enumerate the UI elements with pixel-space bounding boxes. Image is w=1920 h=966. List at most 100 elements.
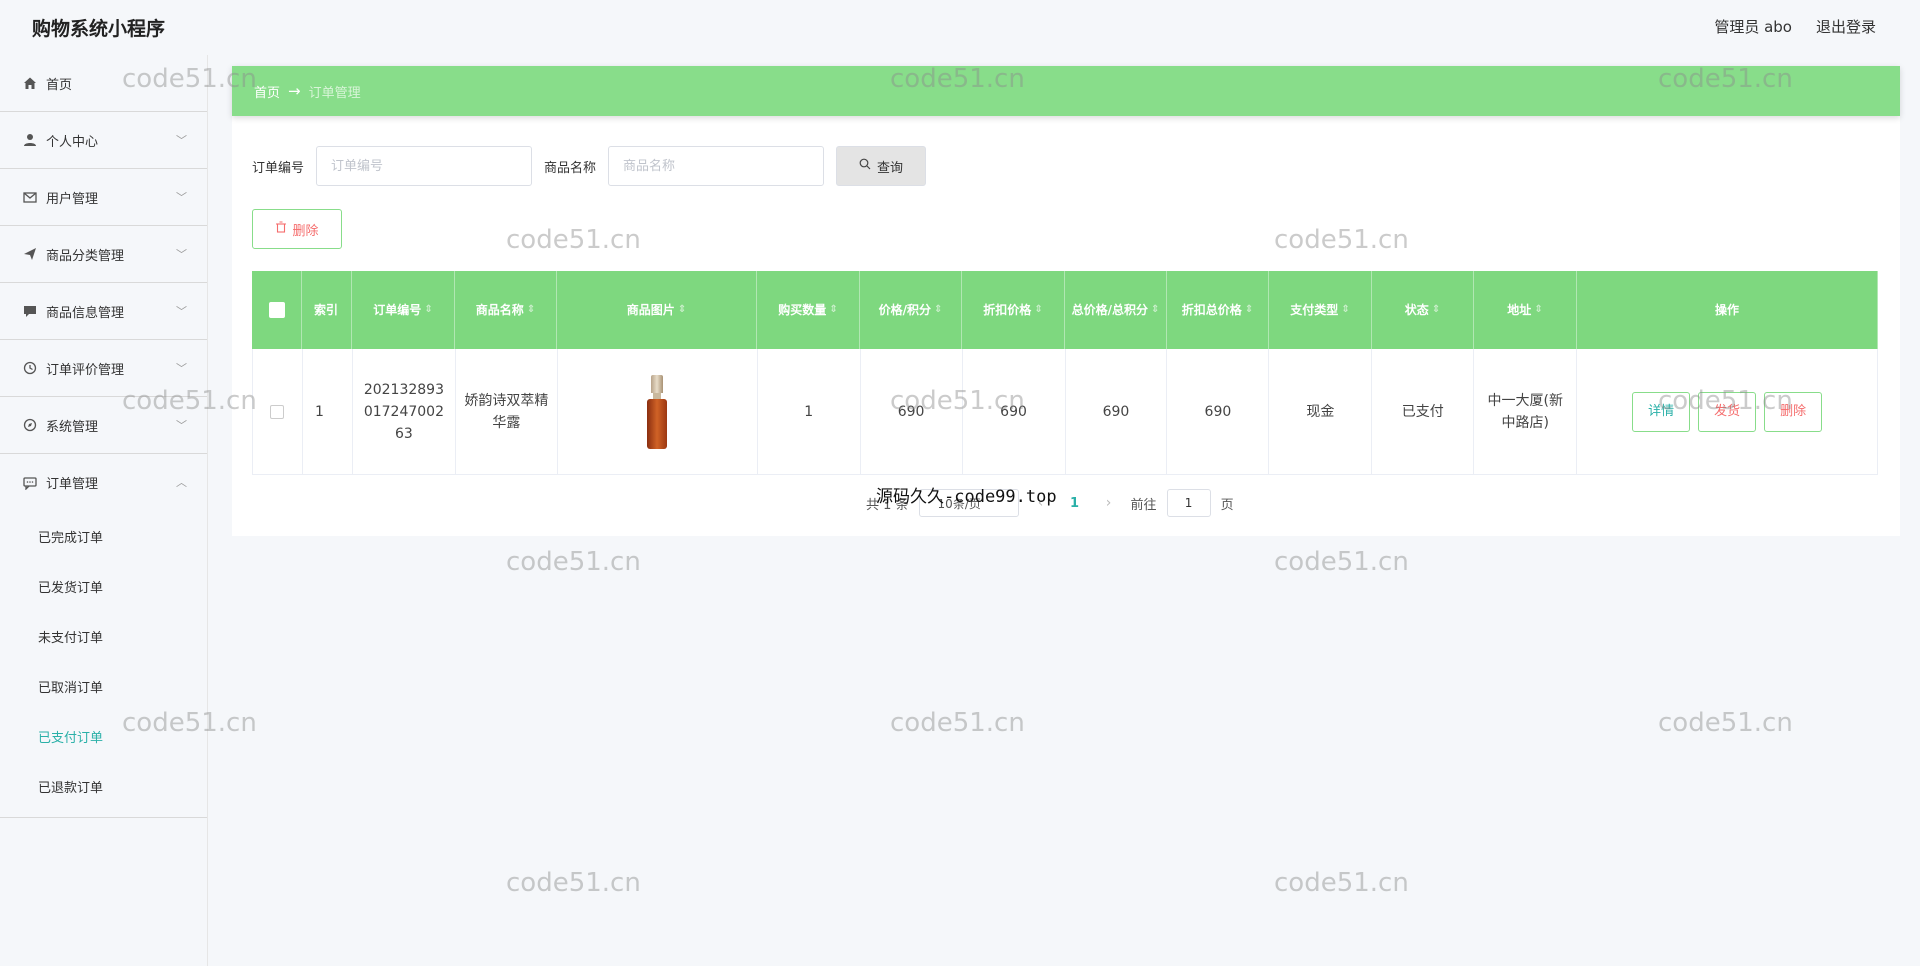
sidebar-item-category-management[interactable]: 商品分类管理 ﹀ [0, 226, 207, 283]
sidebar-item-label: 用户管理 [46, 191, 99, 207]
submenu-unpaid-orders[interactable]: 未支付订单 [0, 611, 207, 661]
header-operations: 操作 [1577, 271, 1878, 349]
sidebar-item-label: 首页 [46, 77, 73, 93]
home-icon [22, 75, 38, 91]
sidebar-item-review-management[interactable]: 订单评价管理 ﹀ [0, 340, 207, 397]
page-number-current[interactable]: 1 [1063, 496, 1087, 511]
batch-delete-button[interactable]: 删除 [252, 209, 342, 249]
table-header: 索引 订单编号 ⇕ 商品名称 ⇕ 商品图片 ⇕ 购买数量 ⇕ 价格/积分 ⇕ 折扣价格 ⇕ … [252, 271, 1878, 349]
top-bar: 购物系统小程序 管理员 abo 退出登录 [0, 0, 1920, 52]
header-status[interactable]: 状态 ⇕ [1372, 271, 1474, 349]
search-icon [859, 158, 871, 174]
goto-page-input[interactable] [1166, 489, 1211, 517]
submenu-shipped-orders[interactable]: 已发货订单 [0, 561, 207, 611]
watermark: code51.cn [1274, 547, 1409, 577]
operations-cell: 详情 发货 删除 [1577, 349, 1878, 474]
sidebar-item-product-management[interactable]: 商品信息管理 ﹀ [0, 283, 207, 340]
sidebar-item-user-management[interactable]: 用户管理 ﹀ [0, 169, 207, 226]
top-right-actions: 管理员 abo 退出登录 [1714, 16, 1876, 37]
sort-icon[interactable]: ⇕ [934, 299, 942, 321]
header-order-no[interactable]: 订单编号 ⇕ [352, 271, 455, 349]
total-price-cell: 690 [1066, 349, 1168, 474]
discount-price-cell: 690 [963, 349, 1066, 474]
sort-icon[interactable]: ⇕ [527, 299, 535, 321]
compass-icon [22, 417, 38, 433]
index-cell: 1 [303, 349, 353, 474]
breadcrumb-current: 订单管理 [308, 85, 361, 101]
header-discount-price[interactable]: 折扣价格 ⇕ [962, 271, 1065, 349]
source-watermark-text: 源码久久-code99.top [876, 487, 1057, 507]
sidebar-item-label: 个人中心 [46, 134, 99, 150]
query-button-label: 查询 [877, 160, 904, 176]
header-select-all[interactable] [252, 271, 302, 349]
sidebar-item-personal-center[interactable]: 个人中心 ﹀ [0, 112, 207, 169]
sort-icon[interactable]: ⇕ [424, 299, 432, 321]
sidebar-item-label: 系统管理 [46, 419, 99, 435]
address-cell: 中一大厦(新中路店) [1474, 349, 1578, 474]
header-discount-total[interactable]: 折扣总价格 ⇕ [1167, 271, 1269, 349]
sort-icon[interactable]: ⇕ [1534, 299, 1542, 321]
sidebar-item-order-management[interactable]: 订单管理 ︿ [0, 454, 207, 511]
header-product-image[interactable]: 商品图片 ⇕ [557, 271, 757, 349]
chevron-down-icon: ﹀ [176, 191, 187, 204]
sort-icon[interactable]: ⇕ [1341, 299, 1349, 321]
product-image-cell [558, 349, 758, 474]
product-name-cell: 娇韵诗双萃精华露 [456, 349, 558, 474]
product-name-input[interactable] [608, 146, 825, 186]
header-index: 索引 [302, 271, 352, 349]
chevron-down-icon: ﹀ [176, 305, 187, 318]
user-icon [22, 132, 38, 148]
watermark: code51.cn [890, 708, 1025, 738]
header-address[interactable]: 地址 ⇕ [1474, 271, 1577, 349]
ship-button[interactable]: 发货 [1698, 391, 1757, 432]
row-checkbox[interactable] [270, 404, 285, 419]
sort-icon[interactable]: ⇕ [1432, 299, 1440, 321]
sidebar: 首页 个人中心 ﹀ 用户管理 ﹀ 商品分类管理 ﹀ 商品信息管理 ﹀ 订单评价管… [0, 55, 208, 966]
chevron-right-icon[interactable]: › [1097, 495, 1121, 511]
trash-icon [275, 221, 287, 237]
submenu-paid-orders[interactable]: 已支付订单 [0, 711, 207, 761]
product-name-label: 商品名称 [544, 160, 597, 176]
submenu-completed-orders[interactable]: 已完成订单 [0, 511, 207, 561]
sort-icon[interactable]: ⇕ [1151, 299, 1159, 321]
pay-type-cell: 现金 [1269, 349, 1373, 474]
order-no-label: 订单编号 [252, 160, 305, 176]
admin-label[interactable]: 管理员 abo [1714, 16, 1792, 37]
discount-total-cell: 690 [1167, 349, 1270, 474]
detail-button[interactable]: 详情 [1632, 391, 1691, 432]
submenu-refunded-orders[interactable]: 已退款订单 [0, 761, 207, 811]
header-total-price[interactable]: 总价格/总积分 ⇕ [1065, 271, 1167, 349]
row-select-cell[interactable] [253, 349, 303, 474]
watermark: code51.cn [1274, 868, 1409, 898]
header-quantity[interactable]: 购买数量 ⇕ [757, 271, 860, 349]
submenu-cancelled-orders[interactable]: 已取消订单 [0, 661, 207, 711]
logout-link[interactable]: 退出登录 [1816, 16, 1876, 37]
breadcrumb-home[interactable]: 首页 [254, 82, 280, 101]
sort-icon[interactable]: ⇕ [829, 299, 837, 321]
chevron-down-icon: ﹀ [176, 248, 187, 261]
sort-icon[interactable]: ⇕ [1245, 299, 1253, 321]
goto-label: 前往 [1130, 497, 1157, 513]
table-row: 1 202132893017247002 63 娇韵诗双萃精华露 1 690 6… [252, 349, 1878, 475]
page-suffix: 页 [1220, 497, 1234, 513]
arrow-right-icon: → [288, 82, 301, 100]
mail-icon [22, 189, 38, 205]
product-image[interactable] [645, 374, 669, 449]
sort-icon[interactable]: ⇕ [678, 299, 686, 321]
sort-icon[interactable]: ⇕ [1034, 299, 1042, 321]
order-no-input[interactable] [316, 146, 533, 186]
select-all-checkbox[interactable] [268, 302, 285, 318]
sidebar-item-label: 订单评价管理 [46, 362, 125, 378]
sidebar-item-system-management[interactable]: 系统管理 ﹀ [0, 397, 207, 454]
query-button[interactable]: 查询 [836, 146, 927, 186]
header-product-name[interactable]: 商品名称 ⇕ [455, 271, 557, 349]
main-content: 首页 → 订单管理 订单编号 商品名称 查询 删除 索引 订单编号⇕ 商品名称⇕… [232, 66, 1900, 536]
orders-table: 索引 订单编号 ⇕ 商品名称 ⇕ 商品图片 ⇕ 购买数量 ⇕ 价格/积分 ⇕ 折扣价格 ⇕ … [252, 271, 1878, 475]
delete-button[interactable]: 删除 [1764, 391, 1823, 432]
clock-icon [22, 360, 38, 376]
sidebar-item-home[interactable]: 首页 [0, 55, 207, 112]
header-pay-type[interactable]: 支付类型 ⇕ [1269, 271, 1372, 349]
header-price[interactable]: 价格/积分 ⇕ [860, 271, 962, 349]
chevron-down-icon: ﹀ [176, 134, 187, 147]
order-submenu: 已完成订单 已发货订单 未支付订单 已取消订单 已支付订单 已退款订单 [0, 511, 207, 818]
